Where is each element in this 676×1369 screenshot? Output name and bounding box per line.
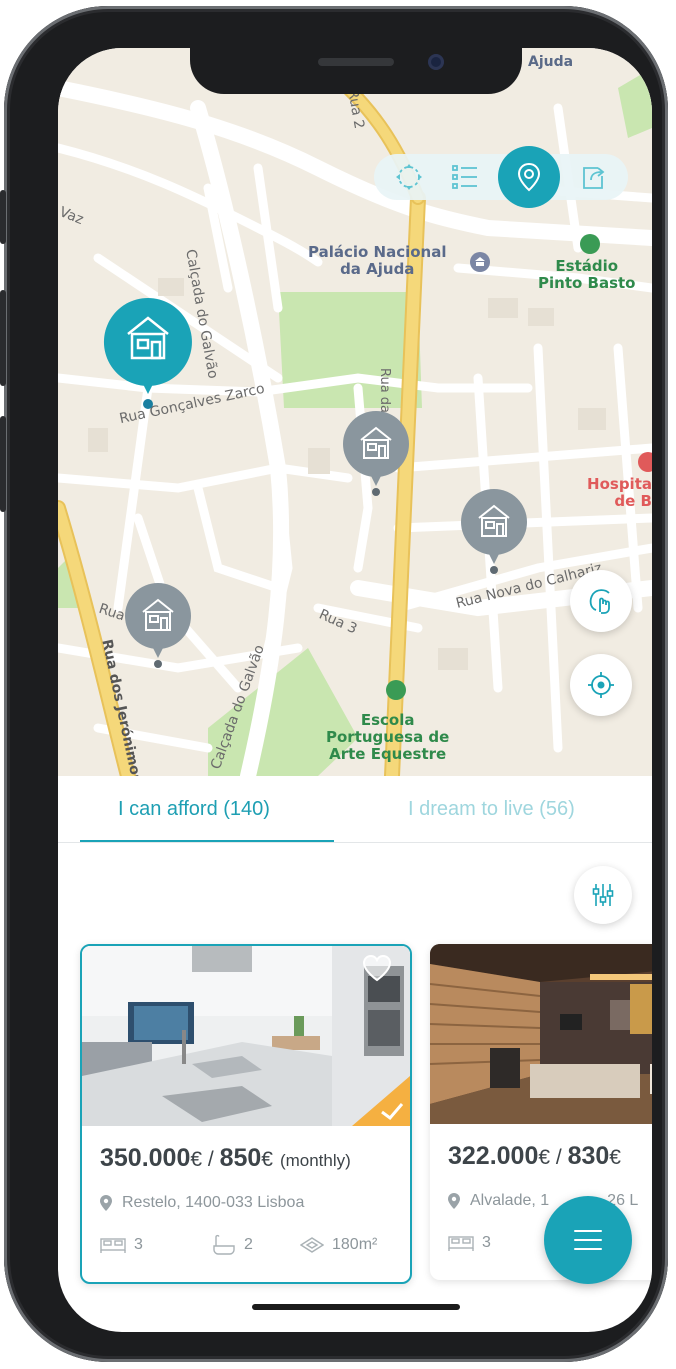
area-feature: 180m² [300, 1236, 377, 1254]
draw-area-button[interactable] [570, 570, 632, 632]
bed-icon [100, 1238, 126, 1253]
poi-palacio-ajuda[interactable]: Palácio Nacional da Ajuda [308, 244, 447, 278]
poi-escola-line2: Portuguesa de [326, 728, 450, 746]
poi-estadio[interactable]: Estádio Pinto Basto [538, 258, 635, 292]
list-tabs: I can afford (140) I dream to live (56) [58, 776, 652, 843]
living-room-photo [430, 944, 652, 1124]
bathtub-icon [213, 1234, 235, 1255]
fit-bounds-button[interactable] [386, 154, 432, 200]
speaker [318, 58, 394, 66]
poi-escola[interactable]: Escola Portuguesa de Arte Equestre [326, 712, 449, 763]
bedrooms-count: 3 [482, 1234, 491, 1251]
home-indicator[interactable] [252, 1304, 460, 1310]
poi-escola-line1: Escola [360, 711, 415, 729]
poi-escola-line3: Arte Equestre [329, 745, 447, 763]
location-pin-icon [100, 1195, 112, 1211]
property-marker[interactable] [124, 582, 192, 670]
property-photo-kitchen[interactable] [82, 946, 410, 1126]
rent-currency: € [609, 1146, 621, 1169]
front-camera [428, 54, 444, 70]
tab-i-can-afford[interactable]: I can afford (140) [118, 798, 270, 821]
map-view[interactable]: Rua 2 do Vaz Calçada do Galvão Rua Gonça… [58, 48, 652, 776]
hamburger-menu-icon [574, 1230, 602, 1250]
sale-price: 322.000 [448, 1142, 539, 1170]
side-button-volume-down [0, 416, 6, 512]
house-pin-icon [103, 298, 192, 409]
list-view-button[interactable] [442, 154, 488, 200]
house-pin-icon [461, 489, 527, 574]
poi-hospital-line1: Hospita [587, 475, 652, 493]
rent-price: 850 [219, 1144, 262, 1172]
house-pin-icon [343, 411, 409, 496]
school-icon [386, 680, 406, 700]
filter-button[interactable] [574, 866, 632, 924]
tab-i-dream-to-live[interactable]: I dream to live (56) [408, 798, 575, 821]
poi-palacio-line2: da Ajuda [340, 260, 415, 278]
sale-currency: € [190, 1148, 203, 1171]
bedrooms-feature: 3 [448, 1234, 491, 1252]
bedrooms-feature: 3 [100, 1236, 143, 1254]
park-area-ne [618, 68, 652, 138]
property-card[interactable]: 350.000€ / 850€ (monthly) Restelo, 1400-… [80, 944, 412, 1284]
price-line: 322.000€ / 830€ [448, 1142, 621, 1171]
share-icon [583, 167, 605, 189]
poi-palacio-line1: Palácio Nacional [308, 243, 447, 261]
location-text: Restelo, 1400-033 Lisboa [122, 1194, 305, 1211]
poi-hospital[interactable]: Hospita de B [582, 476, 652, 510]
property-photo-living-room[interactable] [430, 944, 652, 1124]
area-icon [300, 1237, 324, 1253]
fit-bounds-icon [396, 164, 422, 190]
rent-currency: € [261, 1148, 273, 1171]
property-marker[interactable] [342, 410, 410, 498]
rent-price: 830 [567, 1142, 610, 1170]
area-value: 180m² [332, 1236, 378, 1253]
crosshair-icon [588, 672, 614, 698]
map-pin-icon [517, 162, 541, 192]
rent-suffix: (monthly) [279, 1151, 351, 1170]
stadium-icon [580, 234, 600, 254]
poi-estadio-line1: Estádio [555, 257, 619, 275]
hand-draw-icon [589, 589, 610, 614]
share-button[interactable] [570, 154, 616, 200]
sale-price: 350.000 [100, 1144, 191, 1172]
house-pin-icon [125, 583, 191, 668]
property-marker-selected[interactable] [100, 294, 196, 412]
hospital-icon [638, 452, 652, 472]
list-icon [452, 165, 477, 189]
favorite-heart-icon[interactable] [362, 954, 392, 987]
poi-hospital-line2: de B [614, 492, 652, 510]
active-tab-indicator [80, 840, 334, 842]
my-location-button[interactable] [570, 654, 632, 716]
map-view-button[interactable] [498, 146, 560, 208]
property-marker[interactable] [460, 488, 528, 576]
app-screen: Rua 2 do Vaz Calçada do Galvão Rua Gonça… [58, 48, 652, 1332]
map-toolbar [374, 146, 628, 208]
location-pin-icon [448, 1193, 460, 1209]
sale-currency: € [538, 1146, 551, 1169]
side-button-volume-up [0, 290, 6, 386]
bed-icon [448, 1236, 474, 1251]
location-row: Restelo, 1400-033 Lisboa [100, 1194, 304, 1212]
museum-icon [470, 252, 490, 272]
price-line: 350.000€ / 850€ (monthly) [100, 1144, 351, 1173]
notch [190, 48, 522, 94]
kitchen-photo [82, 946, 410, 1126]
price-separator: / [202, 1148, 220, 1171]
bathrooms-count: 2 [244, 1236, 253, 1253]
sliders-icon [592, 884, 614, 906]
bedrooms-count: 3 [134, 1236, 143, 1253]
menu-fab-button[interactable] [544, 1196, 632, 1284]
poi-estadio-line2: Pinto Basto [538, 274, 636, 292]
price-separator: / [550, 1146, 568, 1169]
side-button-silent [0, 190, 6, 244]
street-label-top: Ajuda [528, 54, 574, 70]
bathrooms-feature: 2 [212, 1234, 253, 1256]
location-text: Alvalade, 1 [470, 1192, 550, 1209]
